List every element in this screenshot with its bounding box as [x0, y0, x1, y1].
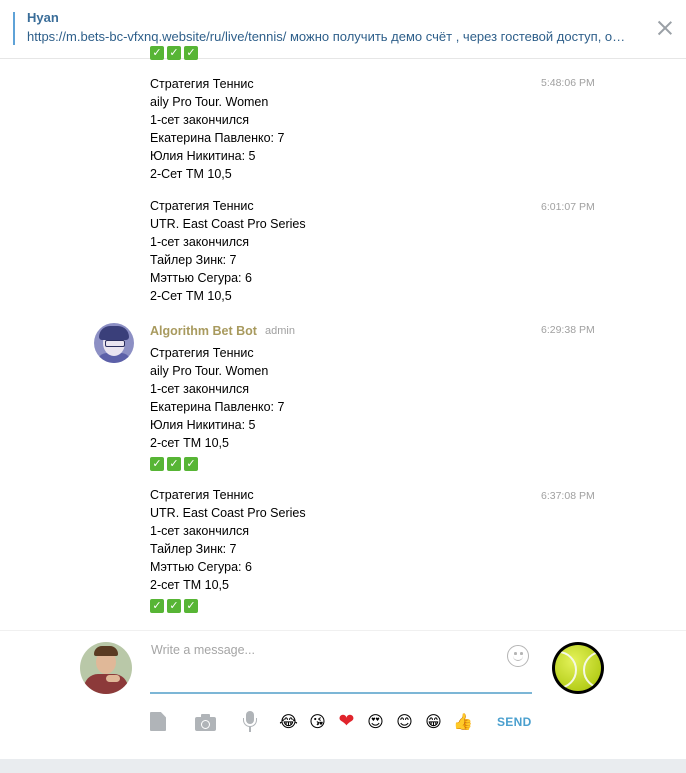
message-time: 6:01:07 PM	[541, 201, 595, 213]
author-role-badge: admin	[265, 325, 295, 337]
smile-emoji[interactable]: 😊	[395, 712, 414, 731]
emoji-icon[interactable]	[507, 645, 529, 667]
message: Стратегия Теннис UTR. East Coast Pro Ser…	[150, 197, 306, 305]
check-mark-icon: ✓	[184, 598, 198, 613]
message-time: 6:37:08 PM	[541, 490, 595, 502]
joy-emoji[interactable]: 😂	[279, 712, 298, 731]
message-line: Юлия Никитина: 5	[150, 149, 256, 163]
check-mark-icon: ✓	[167, 46, 181, 61]
message-line: Стратегия Теннис	[150, 199, 254, 213]
user-avatar[interactable]	[80, 642, 132, 694]
check-mark-icon: ✓	[184, 46, 198, 61]
message-line: 1-сет закончился	[150, 235, 250, 249]
file-icon[interactable]	[150, 712, 166, 731]
kiss-emoji[interactable]: 😘	[308, 712, 327, 731]
reply-text: https://m.bets-bc-vfxnq.website/ru/live/…	[27, 29, 626, 44]
message-line: Екатерина Павленко: 7	[150, 131, 285, 145]
composer-divider	[0, 630, 686, 631]
message-line: Тайлер Зинк: 7	[150, 253, 237, 267]
message-line: Мэттью Сегура: 6	[150, 271, 252, 285]
check-mark-icon: ✓	[150, 456, 164, 471]
message-time: 5:48:06 PM	[541, 77, 595, 89]
message-line: Тайлер Зинк: 7	[150, 542, 237, 556]
camera-icon[interactable]	[195, 714, 216, 731]
message-line: Мэттью Сегура: 6	[150, 560, 252, 574]
message-author[interactable]: Algorithm Bet Bot	[150, 324, 257, 338]
check-marks: ✓ ✓ ✓	[150, 454, 284, 472]
message-line: 1-сет закончился	[150, 524, 250, 538]
window-bottom-edge	[0, 759, 686, 773]
check-mark-icon: ✓	[167, 598, 181, 613]
message-time: 6:29:38 PM	[541, 324, 595, 336]
message: Стратегия Теннис aily Pro Tour. Women 1-…	[150, 75, 284, 183]
message: Стратегия Теннис UTR. East Coast Pro Ser…	[150, 486, 306, 614]
previous-message-checks: ✓ ✓ ✓	[150, 44, 201, 61]
message-line: 1-сет закончился	[150, 382, 250, 396]
message-line: aily Pro Tour. Women	[150, 95, 269, 109]
grin-emoji[interactable]: 😁	[424, 712, 443, 731]
microphone-icon[interactable]	[243, 711, 257, 733]
thumbs-up-emoji[interactable]: 👍	[453, 712, 473, 731]
message-line: Стратегия Теннис	[150, 488, 254, 502]
message-line: 2-сет ТМ 10,5	[150, 436, 229, 450]
message-line: aily Pro Tour. Women	[150, 364, 269, 378]
message-line: 2-Сет ТМ 10,5	[150, 167, 232, 181]
check-marks: ✓ ✓ ✓	[150, 596, 306, 614]
check-mark-icon: ✓	[150, 46, 164, 61]
message-line: Юлия Никитина: 5	[150, 418, 256, 432]
message: Стратегия Теннис aily Pro Tour. Women 1-…	[150, 344, 284, 472]
send-button[interactable]: SEND	[497, 715, 532, 729]
message-line: 2-сет ТМ 10,5	[150, 578, 229, 592]
check-mark-icon: ✓	[167, 456, 181, 471]
reply-accent-line	[13, 12, 15, 45]
reply-author: Hyan	[27, 10, 59, 25]
check-mark-icon: ✓	[150, 598, 164, 613]
message-line: Екатерина Павленко: 7	[150, 400, 285, 414]
message-line: 2-Сет ТМ 10,5	[150, 289, 232, 303]
message-input-underline	[150, 692, 532, 694]
bot-avatar[interactable]	[94, 323, 134, 363]
message-line: UTR. East Coast Pro Series	[150, 506, 306, 520]
message-line: Стратегия Теннис	[150, 77, 254, 91]
message-input[interactable]: Write a message...	[151, 643, 255, 657]
check-mark-icon: ✓	[184, 456, 198, 471]
message-line: Стратегия Теннис	[150, 346, 254, 360]
close-icon[interactable]	[653, 16, 677, 40]
tennis-ball-avatar[interactable]	[552, 642, 604, 694]
heart-eyes-emoji[interactable]: 😍	[366, 712, 385, 731]
message-line: 1-сет закончился	[150, 113, 250, 127]
heart-emoji[interactable]: ❤	[337, 712, 356, 731]
reply-preview-bar[interactable]: Hyan https://m.bets-bc-vfxnq.website/ru/…	[0, 0, 686, 59]
message-line: UTR. East Coast Pro Series	[150, 217, 306, 231]
